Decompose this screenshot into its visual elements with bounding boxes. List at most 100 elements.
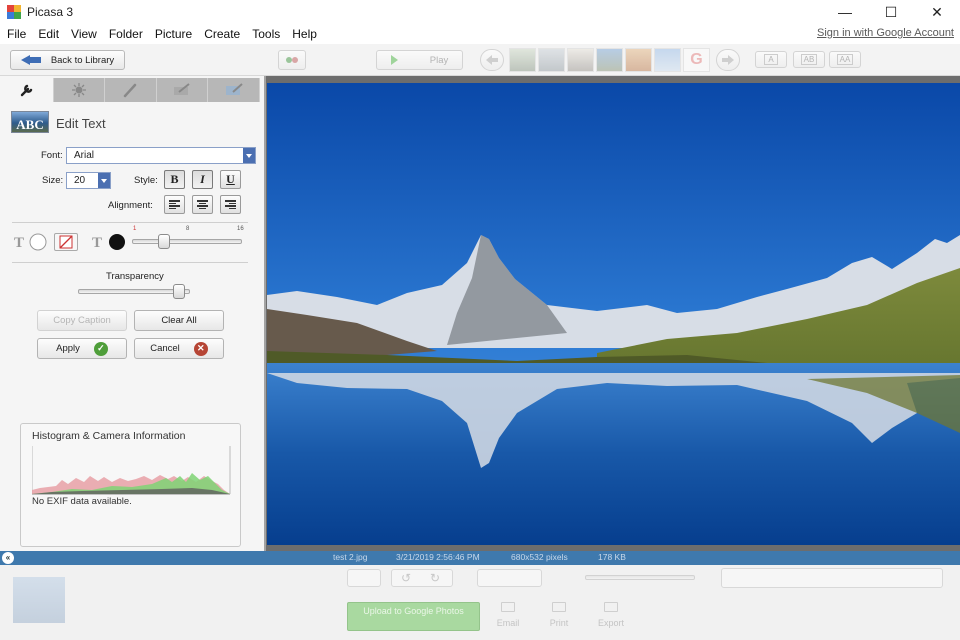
email-label: Email — [496, 618, 520, 628]
transparency-label: Transparency — [106, 271, 164, 282]
outline-slider-track[interactable] — [132, 239, 242, 244]
size-select[interactable]: 20 — [66, 172, 111, 189]
status-datetime: 3/21/2019 2:56:46 PM — [396, 552, 480, 562]
text-medium-button[interactable]: AB — [793, 51, 825, 68]
tab-basic-fixes[interactable] — [2, 78, 54, 102]
tab-tuning[interactable] — [53, 78, 106, 102]
cancel-button[interactable]: Cancel ✕ — [134, 338, 224, 359]
menu-bar: File Edit View Folder Picture Create Too… — [0, 24, 960, 44]
email-icon — [501, 602, 515, 612]
export-button[interactable]: Export — [591, 602, 631, 628]
photo-canvas[interactable] — [267, 83, 960, 545]
tab-effects-3[interactable] — [208, 78, 260, 102]
filmstrip-thumb[interactable] — [596, 48, 623, 72]
email-button[interactable]: Email — [488, 602, 528, 628]
right-arrow-icon — [722, 55, 734, 65]
underline-glyph: U — [226, 172, 235, 186]
checkmark-icon: ✓ — [93, 341, 108, 356]
menu-file[interactable]: File — [0, 27, 32, 41]
status-filename: test 2.jpg — [333, 552, 368, 562]
rotate-right-icon: ↻ — [430, 571, 441, 585]
filmstrip-thumb[interactable] — [567, 48, 594, 72]
apply-button[interactable]: Apply ✓ — [37, 338, 127, 359]
no-fill-button[interactable] — [54, 233, 78, 251]
chevron-down-icon — [243, 148, 255, 163]
bold-button[interactable]: B — [164, 170, 185, 189]
export-icon — [604, 602, 618, 612]
bold-glyph: B — [170, 172, 179, 186]
italic-button[interactable]: I — [192, 170, 213, 189]
size-value: 20 — [74, 175, 86, 186]
divider — [12, 222, 248, 223]
tab-effects-2[interactable] — [156, 78, 209, 102]
close-button[interactable]: ✕ — [914, 0, 960, 24]
menu-picture[interactable]: Picture — [149, 27, 198, 41]
print-label: Print — [549, 618, 569, 628]
outline-slider-thumb[interactable] — [158, 234, 171, 249]
toolbar: Back to Library Play G A AB AA — [0, 44, 960, 76]
svg-text:T: T — [92, 235, 102, 251]
collapse-panel-icon[interactable]: « — [2, 552, 14, 564]
brush-icon — [124, 83, 137, 98]
menu-folder[interactable]: Folder — [103, 27, 149, 41]
font-select[interactable]: Arial — [66, 147, 256, 164]
style-label: Style: — [134, 175, 158, 186]
menu-create[interactable]: Create — [198, 27, 246, 41]
play-button[interactable]: Play — [376, 50, 463, 70]
brush-tray-icon — [174, 83, 190, 95]
filmstrip-thumb[interactable] — [538, 48, 565, 72]
status-bar: « test 2.jpg 3/21/2019 2:56:46 PM 680x53… — [0, 551, 960, 565]
tag-icon — [286, 57, 298, 63]
google-g-icon[interactable]: G — [683, 48, 710, 72]
align-right-button[interactable] — [220, 195, 241, 214]
text-large-label: AA — [836, 54, 854, 65]
align-left-button[interactable] — [164, 195, 185, 214]
outline-color-control[interactable]: T — [92, 233, 128, 251]
histogram-panel: Histogram & Camera Information No EXIF d… — [20, 423, 241, 547]
next-photo-button[interactable] — [716, 49, 740, 71]
filmstrip-thumb[interactable] — [654, 48, 681, 72]
cancel-label: Cancel — [150, 343, 180, 354]
tab-effects[interactable] — [105, 78, 157, 102]
filmstrip-thumb[interactable] — [625, 48, 652, 72]
sign-in-link[interactable]: Sign in with Google Account — [817, 27, 954, 39]
edit-panel: ABC Edit Text Font: Arial Size: 20 Style… — [0, 76, 266, 551]
previous-photo-button[interactable] — [480, 49, 504, 71]
histogram-graph — [32, 446, 231, 495]
text-small-label: A — [764, 54, 778, 65]
zoom-slider[interactable] — [585, 575, 695, 580]
menu-view[interactable]: View — [65, 27, 103, 41]
exif-note: No EXIF data available. — [32, 496, 132, 507]
back-to-library-button[interactable]: Back to Library — [10, 50, 125, 70]
align-center-button[interactable] — [192, 195, 213, 214]
print-icon — [552, 602, 566, 612]
cancel-x-icon: ✕ — [193, 341, 208, 356]
rotate-count-pill[interactable] — [347, 569, 381, 587]
transparency-slider-thumb[interactable] — [173, 284, 185, 299]
copy-caption-button[interactable]: Copy Caption — [37, 310, 127, 331]
underline-button[interactable]: U — [220, 170, 241, 189]
tag-icon-button[interactable] — [278, 50, 306, 70]
status-dimensions: 680x532 pixels — [511, 552, 568, 562]
rotate-left-icon: ↺ — [401, 571, 412, 585]
rotate-buttons[interactable]: ↺ ↻ — [391, 569, 453, 587]
align-left-icon — [169, 200, 180, 209]
histogram-title: Histogram & Camera Information — [32, 430, 186, 442]
menu-tools[interactable]: Tools — [246, 27, 286, 41]
photo-tray: ↺ ↻ Upload to Google Photos Email Print … — [0, 565, 960, 640]
print-button[interactable]: Print — [539, 602, 579, 628]
maximize-button[interactable]: ☐ — [868, 0, 914, 24]
menu-edit[interactable]: Edit — [32, 27, 65, 41]
text-medium-label: AB — [800, 54, 818, 65]
tray-actions[interactable] — [721, 568, 943, 588]
filmstrip-thumb[interactable] — [509, 48, 536, 72]
text-large-button[interactable]: AA — [829, 51, 861, 68]
clear-all-button[interactable]: Clear All — [134, 310, 224, 331]
share-google-photos-button[interactable]: Upload to Google Photos — [347, 602, 480, 631]
text-small-button[interactable]: A — [755, 51, 787, 68]
minimize-button[interactable]: — — [822, 0, 868, 24]
tray-thumbnail[interactable] — [13, 577, 65, 623]
window-title: Picasa 3 — [27, 5, 74, 19]
menu-help[interactable]: Help — [286, 27, 323, 41]
view-mode-buttons[interactable] — [477, 569, 542, 587]
